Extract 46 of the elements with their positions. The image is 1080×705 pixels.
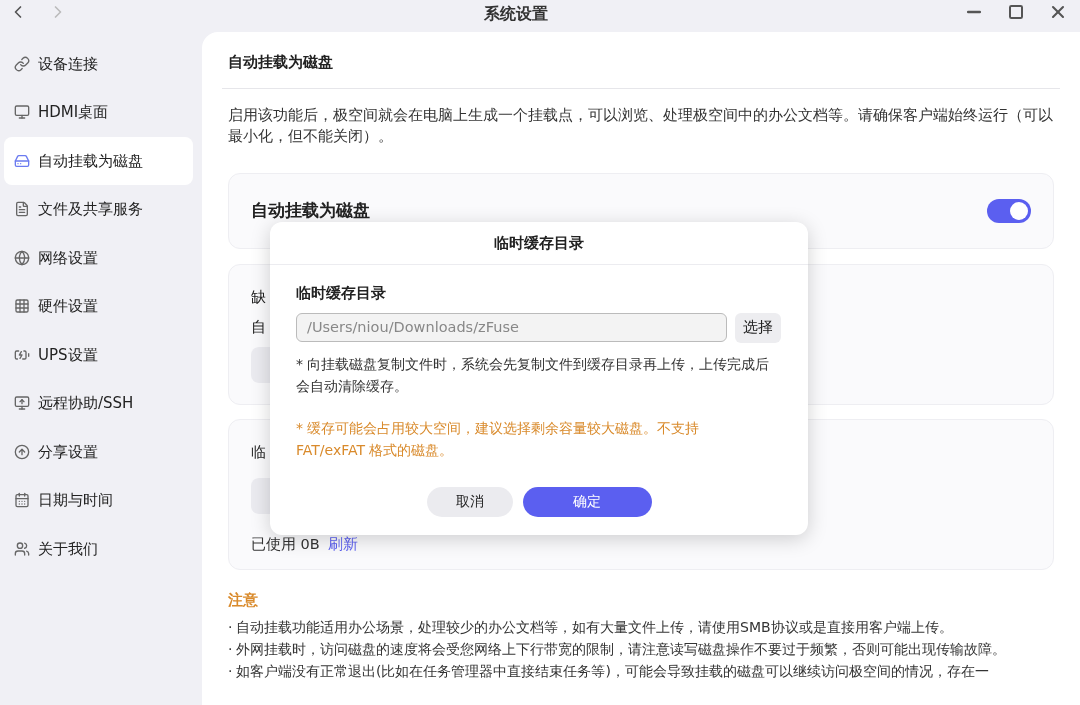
bullet-dot: ·	[228, 640, 234, 659]
note-text: 如客户端没有正常退出(比如在任务管理器中直接结束任务等)，可能会导致挂载的磁盘可以继续访问极空间的情况，存在一	[236, 662, 989, 681]
link-icon	[14, 55, 30, 72]
usage-text: 已使用 0B	[251, 534, 320, 554]
note-text: 外网挂载时，访问磁盘的速度将会受您网络上下行带宽的限制，请注意读写磁盘操作不要过于频繁，否则可能出现传输故障。	[236, 640, 1006, 659]
card-text: 缺	[251, 288, 266, 307]
confirm-button[interactable]: 确定	[522, 486, 652, 517]
sidebar-item[interactable]: 设备连接	[4, 40, 193, 88]
sidebar-item[interactable]: HDMI桌面	[4, 88, 193, 136]
screen-share-icon	[14, 395, 30, 412]
monitor-icon	[14, 104, 30, 121]
sidebar-item[interactable]: 网络设置	[4, 234, 193, 282]
description-text: 启用该功能后，极空间就会在电脑上生成一个挂载点，可以浏览、处理极空间中的办公文档等。请确保客户端始终运行（可以最小化，但不能关闭）。	[228, 106, 1054, 146]
page-title: 自动挂载为磁盘	[228, 53, 333, 71]
document-icon	[14, 201, 30, 218]
sidebar-item[interactable]: 远程协助/SSH	[4, 379, 193, 427]
field-label: 临时缓存目录	[296, 284, 387, 303]
users-icon	[14, 540, 30, 557]
sidebar-item[interactable]: 硬件设置	[4, 282, 193, 330]
choose-button[interactable]: 选择	[735, 312, 781, 343]
calendar-icon	[14, 492, 30, 509]
globe-icon	[14, 249, 30, 266]
sidebar-item[interactable]: 关于我们	[4, 525, 193, 573]
warning-text: * 缓存可能会占用较大空间，建议选择剩余容量较大磁盘。不支持 FAT/exFAT 格式的磁盘。	[296, 418, 701, 460]
bullet-dot: ·	[228, 618, 234, 637]
toggle-switch[interactable]	[987, 199, 1031, 223]
window-title: 系统设置	[484, 3, 548, 25]
hint-text: * 向挂载磁盘复制文件时，系统会先复制文件到缓存目录再上传，上传完成后会自动清除缓存。	[296, 354, 771, 396]
dialog-title: 临时缓存目录	[494, 232, 584, 254]
drive-icon	[14, 152, 30, 169]
sidebar-item[interactable]: UPS设置	[4, 331, 193, 379]
sidebar-item[interactable]: 日期与时间	[4, 476, 193, 524]
bullet-dot: ·	[228, 662, 234, 681]
card-text: 自	[251, 317, 266, 337]
sidebar-item[interactable]: 分享设置	[4, 428, 193, 476]
refresh-link[interactable]: 刷新	[327, 533, 358, 556]
sidebar-item[interactable]: 文件及共享服务	[4, 185, 193, 233]
toggle-label: 自动挂载为磁盘	[251, 199, 370, 223]
upload-icon	[14, 443, 30, 460]
sidebar-item[interactable]: 自动挂载为磁盘	[4, 137, 193, 185]
cancel-button[interactable]: 取消	[426, 486, 513, 517]
card-text: 临	[251, 443, 266, 462]
grid-icon	[14, 298, 30, 315]
maximize-icon[interactable]	[1008, 4, 1024, 20]
note-text: 自动挂载功能适用办公场景，处理较少的办公文档等，如有大量文件上传，请使用SMB协议或是直接用客户端上传。	[236, 618, 953, 637]
notes-title: 注意	[228, 592, 258, 608]
